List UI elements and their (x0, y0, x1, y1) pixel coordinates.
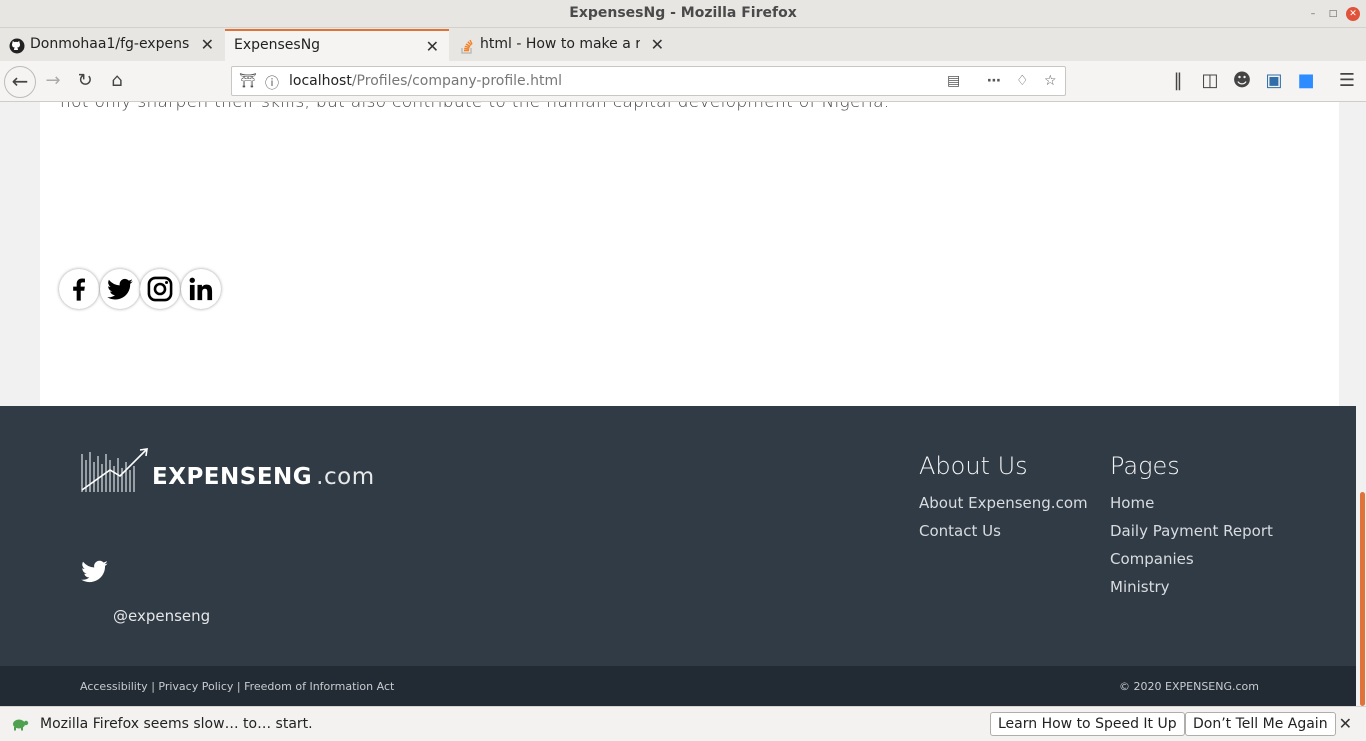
close-window-button[interactable]: ✕ (1346, 7, 1360, 21)
navigation-toolbar: ← → ↻ ⌂ ⛩ ⓘ localhost/Profiles/company-p… (0, 61, 1366, 102)
close-tab-icon[interactable]: ✕ (651, 35, 664, 54)
copyright-text: © 2020 EXPENSENG.com (1119, 680, 1259, 693)
url-text[interactable]: localhost/Profiles/company-profile.html (289, 73, 562, 89)
page-viewport: not only sharpen their skills, but also … (0, 102, 1366, 706)
tab-label: html - How to make a rou (480, 36, 640, 52)
tab-github[interactable]: Donmohaa1/fg-expense ✕ (0, 29, 224, 61)
url-path: /Profiles/company-profile.html (351, 73, 562, 89)
menu-icon[interactable]: ☰ (1335, 69, 1359, 93)
expenseng-logo[interactable] (80, 448, 150, 494)
footer-link-daily-payment-report[interactable]: Daily Payment Report (1110, 517, 1273, 545)
footer-link-home[interactable]: Home (1110, 489, 1273, 517)
reader-view-icon[interactable]: ▤ (947, 73, 960, 89)
notification-bar: Mozilla Firefox seems slow… to… start. L… (0, 706, 1366, 741)
pages-heading: Pages (1110, 452, 1180, 480)
brand-suffix: .com (316, 464, 375, 490)
tab-label: ExpensesNg (234, 37, 321, 53)
accessibility-link[interactable]: Accessibility (80, 680, 148, 693)
facebook-icon (73, 278, 85, 301)
footer-brand[interactable]: EXPENSENG .com (152, 464, 375, 490)
close-tab-icon[interactable]: ✕ (201, 35, 214, 54)
linkedin-icon (189, 277, 213, 301)
page-actions-icon[interactable]: ⋯ (987, 73, 1001, 89)
stackoverflow-icon (461, 39, 473, 54)
footer-pages-column: Pages Home Daily Payment Report Companie… (1110, 452, 1273, 601)
privacy-policy-link[interactable]: Privacy Policy (158, 680, 233, 693)
facebook-button[interactable] (59, 269, 99, 309)
separator: | (151, 680, 155, 693)
account-icon[interactable]: ☻ (1230, 69, 1254, 93)
footer-link-ministry[interactable]: Ministry (1110, 573, 1273, 601)
home-button[interactable]: ⌂ (105, 69, 129, 93)
twitter-icon[interactable] (80, 560, 109, 586)
footer-link-about[interactable]: About Expenseng.com (919, 489, 1088, 517)
info-icon[interactable]: ⓘ (265, 73, 279, 93)
footer-about-column: About Us About Expenseng.com Contact Us (919, 452, 1088, 545)
close-tab-icon[interactable]: ✕ (426, 37, 439, 56)
library-icon[interactable]: ‖ (1166, 69, 1190, 93)
dont-tell-again-button[interactable]: Don’t Tell Me Again (1185, 712, 1336, 736)
twitter-icon (107, 278, 133, 300)
reload-button[interactable]: ↻ (73, 69, 97, 93)
footer-link-contact[interactable]: Contact Us (919, 517, 1088, 545)
instagram-icon (147, 276, 173, 302)
tab-expensesng[interactable]: ExpensesNg ✕ (225, 29, 449, 61)
linkedin-button[interactable] (181, 269, 221, 309)
maximize-button[interactable]: □ (1326, 7, 1340, 21)
window-titlebar: ExpensesNg - Mozilla Firefox – □ ✕ (0, 0, 1366, 28)
sub-footer: Accessibility | Privacy Policy | Freedom… (0, 666, 1356, 706)
foia-link[interactable]: Freedom of Information Act (244, 680, 394, 693)
about-heading: About Us (919, 452, 1028, 480)
close-notification-icon[interactable]: ✕ (1339, 714, 1352, 733)
profile-card: not only sharpen their skills, but also … (40, 102, 1339, 406)
address-bar[interactable]: ⛩ ⓘ localhost/Profiles/company-profile.h… (231, 66, 1066, 96)
back-button[interactable]: ← (4, 66, 36, 98)
twitter-button[interactable] (100, 269, 140, 309)
bookmark-star-icon[interactable]: ☆ (1044, 73, 1057, 89)
legal-links: Accessibility | Privacy Policy | Freedom… (80, 680, 394, 693)
tab-bar: Donmohaa1/fg-expense ✕ ExpensesNg ✕ html… (0, 28, 1366, 84)
learn-speed-up-button[interactable]: Learn How to Speed It Up (990, 712, 1185, 736)
notification-message: Mozilla Firefox seems slow… to… start. (40, 716, 313, 732)
twitter-handle[interactable]: @expenseng (113, 607, 210, 625)
brand-name: EXPENSENG (152, 464, 313, 490)
footer-link-companies[interactable]: Companies (1110, 545, 1273, 573)
tab-label: Donmohaa1/fg-expense (30, 36, 190, 52)
scrollbar-thumb[interactable] (1360, 492, 1365, 706)
profile-paragraph: not only sharpen their skills, but also … (60, 102, 890, 112)
instagram-button[interactable] (140, 269, 180, 309)
extension-icon[interactable]: ▣ (1262, 69, 1286, 93)
site-footer: EXPENSENG .com @expenseng About Us About … (0, 406, 1356, 666)
shield-icon[interactable]: ⛩ (239, 73, 257, 89)
minimize-button[interactable]: – (1306, 7, 1320, 21)
window-title: ExpensesNg - Mozilla Firefox (569, 5, 797, 21)
forward-button[interactable]: → (41, 69, 65, 93)
separator: | (236, 680, 241, 693)
url-host: localhost (289, 73, 352, 89)
pocket-icon[interactable]: ♢ (1016, 73, 1029, 89)
tab-stackoverflow[interactable]: html - How to make a rou ✕ (450, 29, 674, 61)
zoom-extension-icon[interactable]: ■ (1294, 69, 1318, 93)
github-icon (9, 38, 25, 54)
sidebar-icon[interactable]: ◫ (1198, 69, 1222, 93)
turtle-icon (13, 719, 29, 731)
page-scrollbar[interactable] (1356, 102, 1366, 706)
